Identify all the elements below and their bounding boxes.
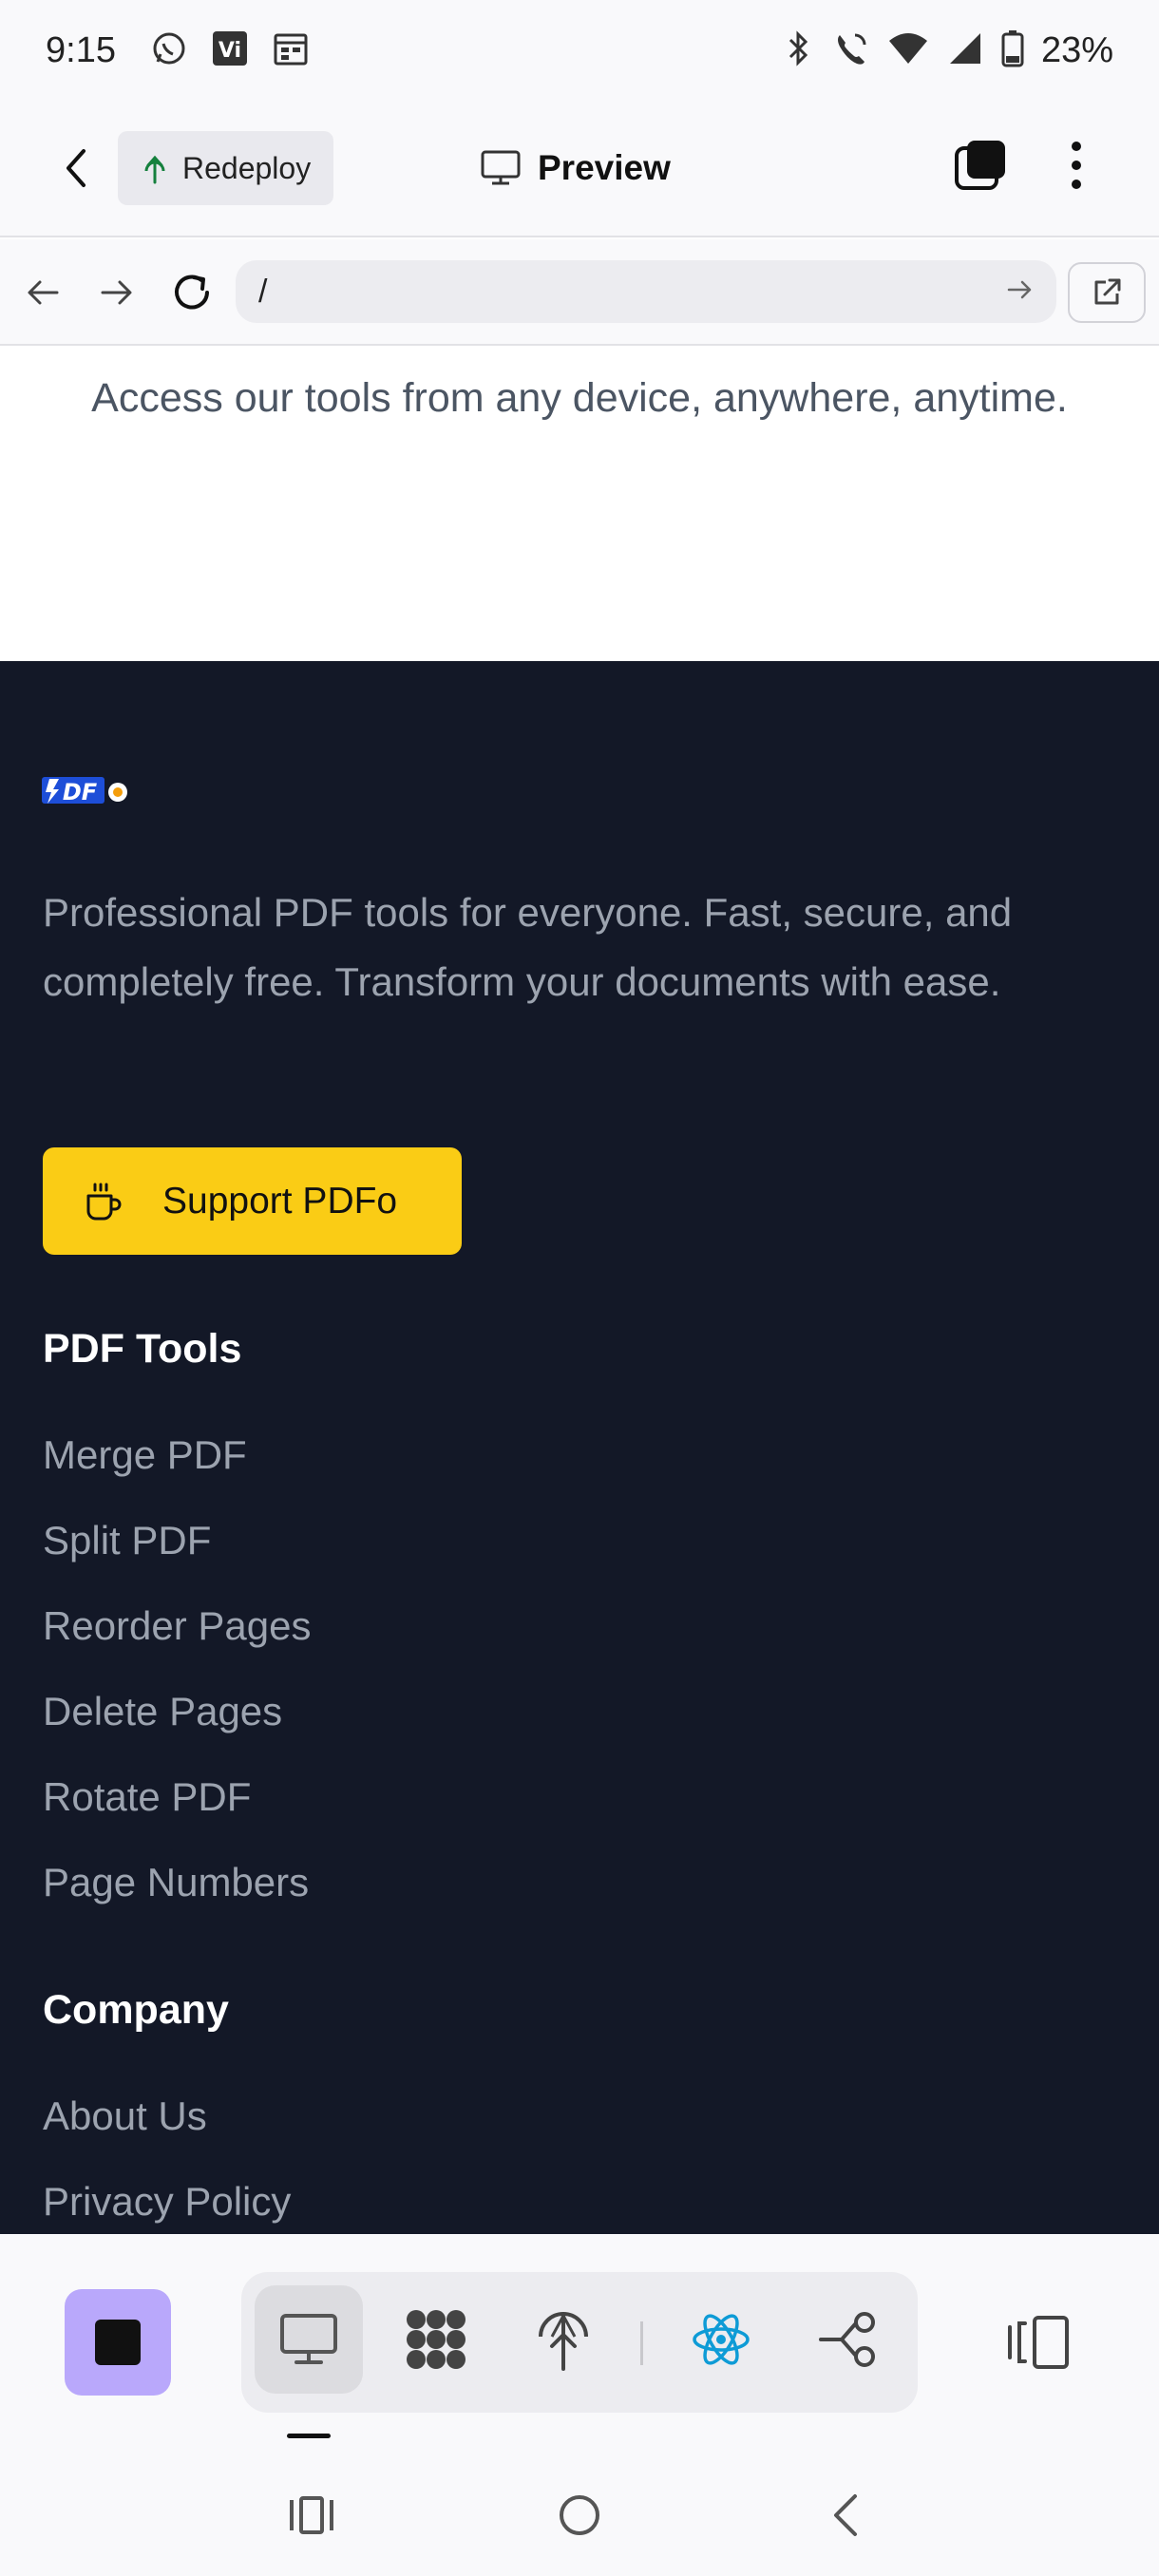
footer-link-reorder-pages[interactable]: Reorder Pages <box>43 1603 312 1649</box>
signal-icon <box>946 29 984 72</box>
tabs-icon <box>955 141 1005 190</box>
svg-text:DF: DF <box>63 779 98 805</box>
nav-forward-button[interactable] <box>93 270 139 315</box>
home-circle-icon <box>560 2495 599 2535</box>
deploy-icon <box>539 2312 588 2371</box>
status-bar: 9:15 Vi 23% <box>0 0 1159 101</box>
arrow-left-icon <box>28 280 59 305</box>
preview-title: Preview <box>481 148 671 188</box>
redeploy-icon <box>144 155 165 184</box>
footer-link-merge-pdf[interactable]: Merge PDF <box>43 1432 247 1478</box>
side-panel-icon <box>1008 2316 1069 2369</box>
web-content-top: Access our tools from any device, anywhe… <box>0 346 1159 661</box>
stop-button[interactable] <box>65 2289 171 2396</box>
nav-back-button[interactable] <box>21 270 66 315</box>
git-branch-icon <box>819 2312 875 2367</box>
pdfo-logo-icon: DF <box>42 777 127 805</box>
chevron-left-icon <box>834 2494 857 2536</box>
support-pdfo-button[interactable]: Support PDFo <box>43 1147 462 1255</box>
calendar-icon <box>272 29 310 72</box>
git-tool-button[interactable] <box>794 2285 902 2394</box>
more-vertical-icon <box>1072 142 1081 189</box>
svg-text:Vi: Vi <box>218 39 241 63</box>
vi-icon: Vi <box>211 29 249 72</box>
support-label: Support PDFo <box>162 1180 398 1222</box>
back-button[interactable] <box>48 140 104 197</box>
app-header: Redeploy Preview <box>0 101 1159 237</box>
workflow-tool-button[interactable] <box>382 2285 490 2394</box>
reload-button[interactable] <box>169 270 215 315</box>
status-system-icons: 23% <box>781 29 1113 72</box>
active-tab-indicator <box>287 2434 331 2438</box>
bluetooth-icon <box>781 29 815 72</box>
wifi-icon <box>887 29 929 72</box>
monitor-icon <box>280 2314 337 2364</box>
toolbar-divider <box>640 2321 643 2365</box>
site-footer: DF Professional PDF tools for everyone. … <box>0 661 1159 2234</box>
preview-label: Preview <box>538 148 671 187</box>
pdfo-logo[interactable]: DF <box>42 775 129 805</box>
chevron-left-icon <box>66 149 86 187</box>
footer-link-privacy-policy[interactable]: Privacy Policy <box>43 2179 291 2225</box>
view-switcher <box>241 2272 918 2413</box>
footer-link-delete-pages[interactable]: Delete Pages <box>43 1689 282 1734</box>
open-external-button[interactable] <box>1068 262 1146 323</box>
url-bar: / <box>0 239 1159 346</box>
url-input[interactable]: / <box>236 260 1056 323</box>
system-navigation-bar <box>0 2454 1159 2576</box>
pdf-tools-heading: PDF Tools <box>43 1326 242 1372</box>
company-heading: Company <box>43 1987 229 2033</box>
arrow-right-icon <box>101 280 132 305</box>
bottom-toolbar <box>0 2234 1159 2454</box>
app-grid-icon <box>407 2310 466 2369</box>
battery-percent: 23% <box>1040 29 1113 70</box>
deploy-tool-button[interactable] <box>509 2285 618 2394</box>
home-button[interactable] <box>551 2487 608 2544</box>
wifi-calling-icon <box>832 29 870 72</box>
footer-link-split-pdf[interactable]: Split PDF <box>43 1518 211 1563</box>
recent-apps-icon <box>290 2496 333 2534</box>
system-back-button[interactable] <box>817 2487 874 2544</box>
url-text: / <box>258 273 268 310</box>
battery-icon <box>1001 29 1024 72</box>
redeploy-button[interactable]: Redeploy <box>118 131 334 205</box>
redeploy-label: Redeploy <box>182 150 312 185</box>
status-time: 9:15 <box>46 29 116 70</box>
toggle-panel-button[interactable] <box>1001 2308 1077 2377</box>
footer-description: Professional PDF tools for everyone. Fas… <box>43 890 1013 1004</box>
status-notification-icons: Vi <box>150 29 310 72</box>
go-arrow-icon[interactable] <box>1005 275 1034 309</box>
external-link-icon <box>1094 278 1121 305</box>
react-icon <box>693 2314 750 2365</box>
footer-link-page-numbers[interactable]: Page Numbers <box>43 1860 309 1905</box>
footer-link-about-us[interactable]: About Us <box>43 2093 207 2139</box>
react-tool-button[interactable] <box>667 2285 775 2394</box>
reload-icon <box>175 275 209 310</box>
whatsapp-icon <box>150 29 188 72</box>
footer-link-rotate-pdf[interactable]: Rotate PDF <box>43 1774 251 1820</box>
access-tagline: Access our tools from any device, anywhe… <box>91 375 1068 421</box>
recent-apps-button[interactable] <box>283 2487 340 2544</box>
stop-icon <box>95 2320 141 2365</box>
coffee-cup-icon <box>86 1183 122 1220</box>
tabs-button[interactable] <box>954 139 1007 192</box>
preview-tool-button[interactable] <box>255 2285 363 2394</box>
more-options-button[interactable] <box>1053 137 1100 194</box>
monitor-icon <box>481 150 521 185</box>
